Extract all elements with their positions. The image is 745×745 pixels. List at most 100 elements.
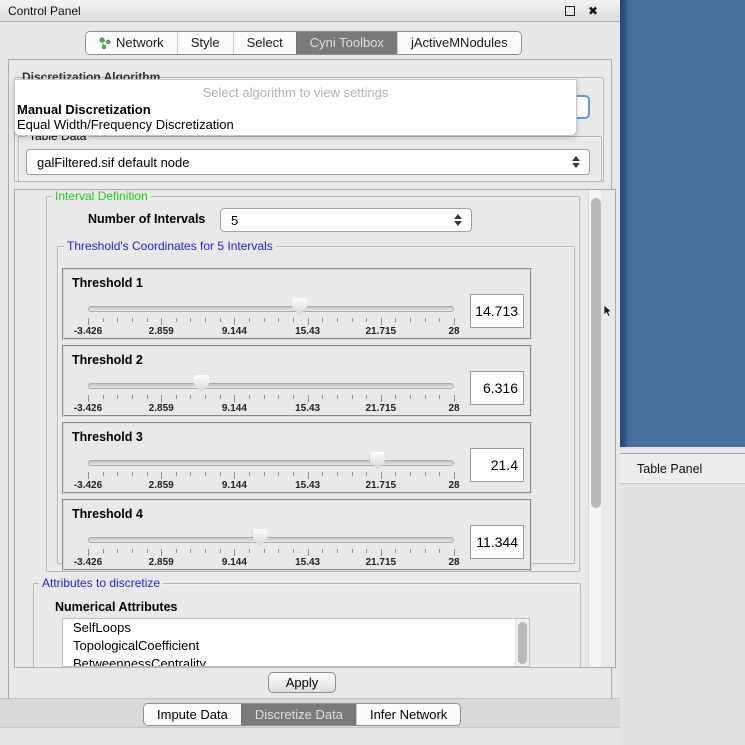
table-panel-title: Table Panel — [637, 454, 702, 484]
slider-tick-label: -3.426 — [74, 403, 102, 414]
threshold-value-field[interactable]: 14.713 — [470, 294, 524, 328]
close-panel-icon[interactable]: ✖ — [588, 0, 598, 22]
threshold-value-field[interactable]: 21.4 — [470, 448, 524, 482]
slider-tick — [176, 318, 177, 322]
slider-tick-label: 28 — [448, 557, 459, 568]
tab-jactivemnodules[interactable]: jActiveMNodules — [397, 32, 521, 54]
panel-vertical-scrollbar[interactable] — [588, 190, 601, 667]
mouse-cursor-icon — [603, 304, 613, 318]
slider-tick — [337, 549, 338, 553]
slider-tick — [410, 549, 411, 553]
tab-select[interactable]: Select — [233, 32, 296, 54]
dropdown-item-1[interactable]: Manual Discretization — [17, 102, 151, 117]
scrollbar-thumb[interactable] — [591, 198, 601, 508]
tab-label: Style — [191, 32, 220, 54]
network-icon — [99, 37, 111, 50]
slider-tick — [293, 318, 294, 322]
threshold-slider-thumb[interactable] — [194, 375, 209, 392]
slider-tick — [439, 318, 440, 322]
slider-tick — [132, 318, 133, 322]
slider-tick — [190, 318, 191, 322]
slider-tick — [132, 549, 133, 553]
tab-cyni-toolbox[interactable]: Cyni Toolbox — [296, 32, 397, 54]
slider-tick — [161, 549, 162, 556]
slider-tick — [322, 395, 323, 399]
slider-tick — [454, 318, 455, 325]
slider-tick — [352, 549, 353, 553]
slider-tick-label: 21.715 — [366, 557, 397, 568]
threshold-slider-track[interactable] — [88, 383, 454, 389]
number-of-intervals-value: 5 — [231, 209, 238, 233]
slider-tick-label: 2.859 — [149, 557, 174, 568]
slider-tick — [439, 472, 440, 476]
slider-tick — [249, 549, 250, 553]
slider-tick — [264, 472, 265, 476]
slider-tick-label: -3.426 — [74, 557, 102, 568]
algorithm-dropdown-popup: Select algorithm to view settings Manual… — [14, 79, 577, 136]
slider-tick — [132, 395, 133, 399]
slider-tick-label: 2.859 — [149, 403, 174, 414]
threshold-slider-track[interactable] — [88, 306, 454, 312]
panel-title: Control Panel — [8, 0, 81, 22]
slider-tick — [278, 549, 279, 553]
slider-tick — [264, 549, 265, 553]
slider-tick-label: 9.144 — [222, 403, 247, 414]
tab-impute-data[interactable]: Impute Data — [144, 704, 241, 725]
control-panel-titlebar: Control Panel ✖ — [0, 0, 620, 22]
numerical-attributes-list[interactable]: SelfLoopsTopologicalCoefficientBetweenne… — [62, 618, 530, 667]
slider-tick — [190, 472, 191, 476]
network-window-frame: GAL80GACGAL11GAL4GCY1HHAP2 — [620, 0, 745, 447]
slider-tick — [234, 395, 235, 402]
panel-footer — [0, 728, 620, 745]
slider-tick — [249, 395, 250, 399]
slider-tick — [264, 395, 265, 399]
tab-network[interactable]: Network — [86, 32, 177, 54]
tab-discretize-data[interactable]: Discretize Data — [241, 704, 356, 725]
slider-tick — [103, 472, 104, 476]
slider-tick — [395, 395, 396, 399]
slider-tick — [103, 549, 104, 553]
slider-tick — [381, 549, 382, 556]
float-window-icon[interactable] — [565, 6, 575, 16]
threshold-slider-track[interactable] — [88, 460, 454, 466]
slider-tick — [410, 318, 411, 322]
slider-tick — [147, 318, 148, 322]
slider-tick — [103, 318, 104, 322]
attribute-list-item[interactable]: TopologicalCoefficient — [63, 637, 529, 655]
number-of-intervals-label: Number of Intervals — [88, 212, 205, 226]
threshold-value-field[interactable]: 11.344 — [470, 525, 524, 559]
threshold-value-field[interactable]: 6.316 — [470, 371, 524, 405]
slider-tick — [147, 549, 148, 553]
scrollbar-thumb[interactable] — [518, 622, 527, 664]
slider-tick-label: 21.715 — [366, 403, 397, 414]
threshold-slider-thumb[interactable] — [292, 298, 307, 315]
slider-tick — [439, 549, 440, 553]
threshold-slider-thumb[interactable] — [253, 529, 268, 546]
number-of-intervals-combobox[interactable]: 5 — [220, 208, 472, 232]
slider-tick — [439, 395, 440, 399]
tab-style[interactable]: Style — [177, 32, 233, 54]
slider-tick — [278, 472, 279, 476]
table-data-combobox[interactable]: galFiltered.sif default node — [26, 149, 590, 175]
slider-tick — [161, 318, 162, 325]
attribute-list-item[interactable]: SelfLoops — [63, 619, 529, 637]
slider-tick-label: 28 — [448, 480, 459, 491]
slider-tick — [337, 318, 338, 322]
table-panel: ⚙ ☑ ☑ shared... n YDL19...YDL1YDR27...YD… — [620, 484, 745, 745]
threshold-slider-thumb[interactable] — [370, 452, 385, 469]
slider-tick — [176, 472, 177, 476]
slider-tick — [220, 472, 221, 476]
attribute-list-item[interactable]: BetweennessCentrality — [63, 655, 529, 667]
slider-tick — [366, 472, 367, 476]
slider-tick — [132, 472, 133, 476]
list-vertical-scrollbar[interactable] — [515, 619, 529, 667]
tab-label: Select — [247, 32, 283, 54]
threshold-slider-track[interactable] — [88, 537, 454, 543]
dropdown-item-2[interactable]: Equal Width/Frequency Discretization — [17, 117, 234, 132]
slider-tick — [322, 318, 323, 322]
tab-infer-network[interactable]: Infer Network — [356, 704, 460, 725]
slider-tick — [88, 395, 89, 402]
slider-tick — [249, 318, 250, 322]
slider-tick-label: 21.715 — [366, 326, 397, 337]
apply-button[interactable]: Apply — [268, 672, 336, 693]
